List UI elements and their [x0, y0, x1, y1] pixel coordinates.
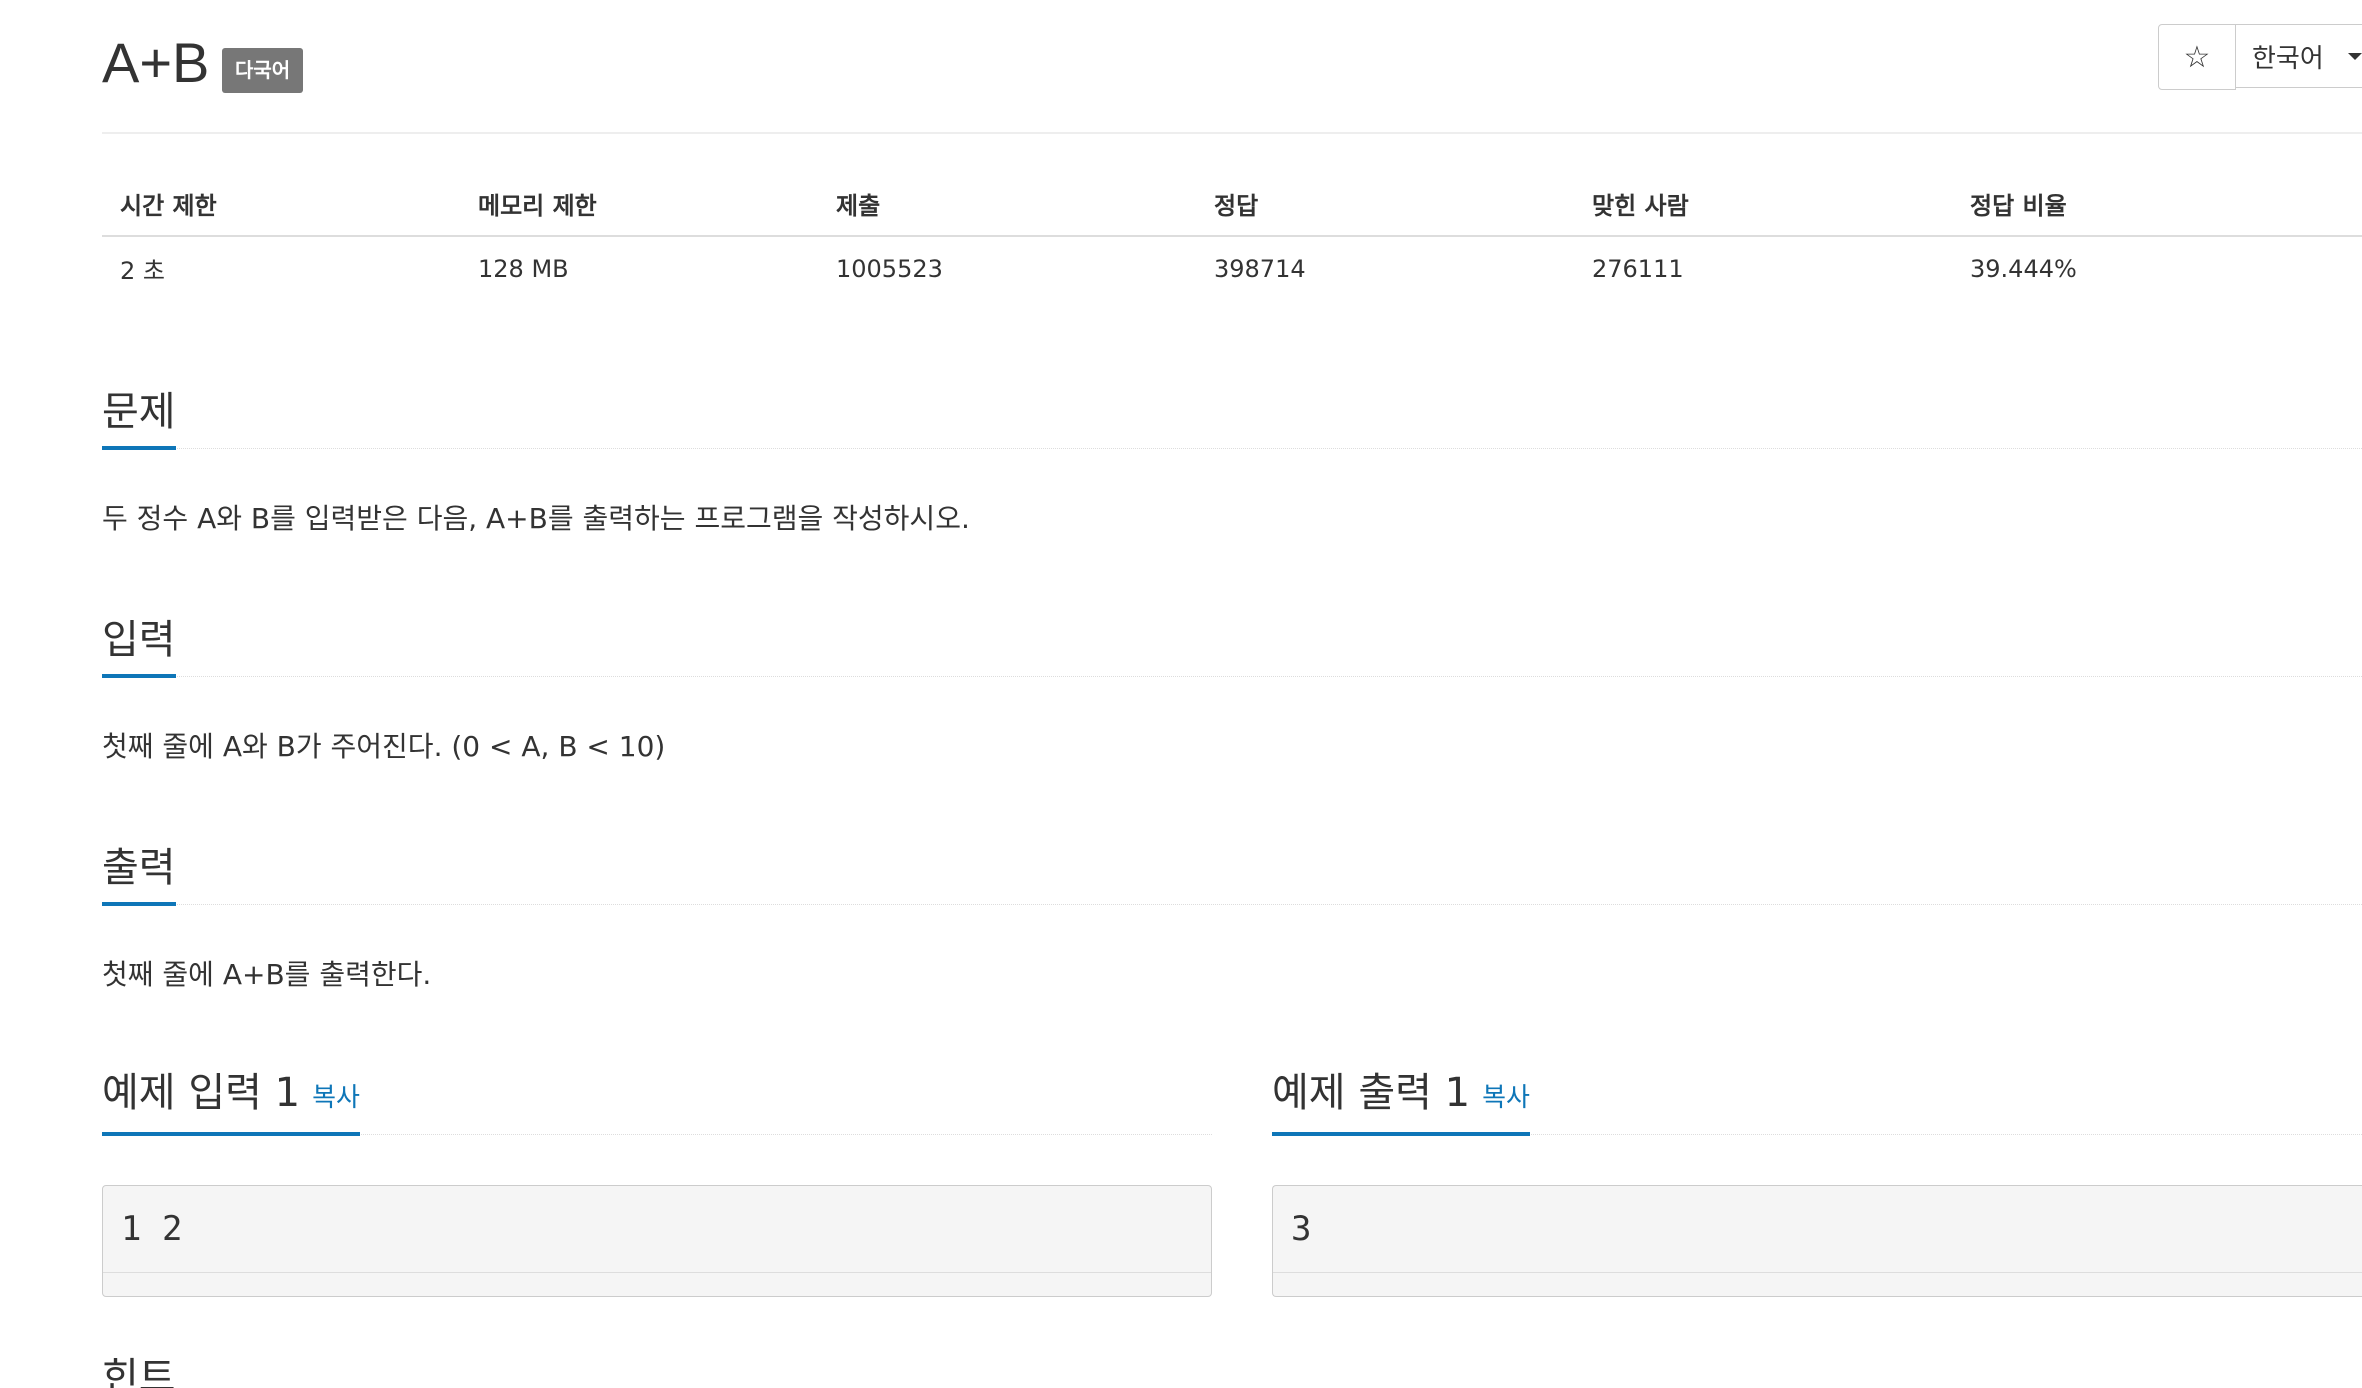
problem-info-table: 시간 제한 메모리 제한 제출 정답 맞힌 사람 정답 비율 2 초 128 M… — [102, 176, 2362, 300]
multilanguage-badge: 다국어 — [222, 48, 304, 93]
problem-description-text: 두 정수 A와 B를 입력받은 다음, A+B를 출력하는 프로그램을 작성하시… — [102, 502, 970, 535]
header-solved-users: 맞힌 사람 — [1574, 176, 1952, 237]
value-solved-users[interactable]: 276111 — [1574, 236, 1952, 300]
favorite-button[interactable]: ☆ — [2158, 24, 2236, 90]
output-description-text: 첫째 줄에 A+B를 출력한다. — [102, 958, 432, 991]
value-time-limit: 2 초 — [120, 257, 165, 285]
sample-output-section: 예제 출력 1 복사 3 — [1272, 1058, 2362, 1297]
section-header: 출력 — [102, 832, 2362, 906]
sample-output-title: 예제 출력 1 — [1272, 1070, 1471, 1116]
language-select[interactable]: 한국어 — [2236, 24, 2362, 88]
sample-input-section: 예제 입력 1 복사 1 2 — [102, 1058, 1212, 1297]
header-accept-ratio: 정답 비율 — [1952, 176, 2362, 237]
header-submissions: 제출 — [818, 176, 1196, 237]
star-icon: ☆ — [2183, 39, 2211, 75]
header-memory-limit: 메모리 제한 — [460, 176, 818, 237]
input-description-text: 첫째 줄에 A와 B가 주어진다. (0 < A, B < 10) — [102, 730, 666, 763]
section-header: 문제 — [102, 376, 2362, 450]
copy-sample-input-link[interactable]: 복사 — [312, 1083, 360, 1113]
section-title-sample-output: 예제 출력 1 복사 — [1272, 1063, 1530, 1136]
header-accepted: 정답 — [1196, 176, 1574, 237]
section-header: 예제 출력 1 복사 — [1272, 1058, 2362, 1136]
value-memory-limit: 128 MB — [478, 254, 569, 283]
info-table-row: 2 초 128 MB 1005523 398714 276111 39.444% — [102, 236, 2362, 300]
section-title-sample-input: 예제 입력 1 복사 — [102, 1063, 360, 1136]
value-submissions[interactable]: 1005523 — [818, 236, 1196, 300]
section-header: 예제 입력 1 복사 — [102, 1058, 1212, 1136]
copy-sample-output-link[interactable]: 복사 — [1482, 1083, 1530, 1113]
output-section: 출력 첫째 줄에 A+B를 출력한다. — [102, 832, 2362, 995]
value-accept-ratio: 39.444% — [1970, 254, 2077, 283]
problem-toolbar: ☆ 한국어 — [2158, 24, 2362, 90]
section-header: 입력 — [102, 604, 2362, 678]
sample-input-box[interactable]: 1 2 — [102, 1185, 1212, 1297]
problem-title: A+B — [102, 31, 210, 94]
header-time-limit: 시간 제한 — [102, 176, 460, 237]
language-select-label: 한국어 — [2252, 43, 2324, 74]
section-header: 힌트 — [102, 1340, 2362, 1388]
section-title-problem: 문제 — [102, 382, 176, 450]
page-header: A+B 다국어 ☆ 한국어 — [102, 24, 2362, 134]
sample-output-box[interactable]: 3 — [1272, 1185, 2362, 1297]
sample-output-code: 3 — [1273, 1186, 2362, 1273]
sample-input-title: 예제 입력 1 — [102, 1070, 301, 1116]
caret-down-icon — [2347, 52, 2362, 60]
problem-description-section: 문제 두 정수 A와 B를 입력받은 다음, A+B를 출력하는 프로그램을 작… — [102, 376, 2362, 539]
info-table-header-row: 시간 제한 메모리 제한 제출 정답 맞힌 사람 정답 비율 — [102, 176, 2362, 237]
section-title-input: 입력 — [102, 610, 176, 678]
section-title-output: 출력 — [102, 838, 176, 906]
section-title-hint: 힌트 — [102, 1355, 176, 1388]
hint-section: 힌트 — [102, 1340, 2362, 1388]
value-accepted[interactable]: 398714 — [1196, 236, 1574, 300]
input-section: 입력 첫째 줄에 A와 B가 주어진다. (0 < A, B < 10) — [102, 604, 2362, 767]
sample-input-code: 1 2 — [103, 1186, 1211, 1273]
problem-page: A+B 다국어 ☆ 한국어 시간 제한 메모리 제한 제출 정답 맞힌 사람 정… — [0, 0, 2362, 1388]
